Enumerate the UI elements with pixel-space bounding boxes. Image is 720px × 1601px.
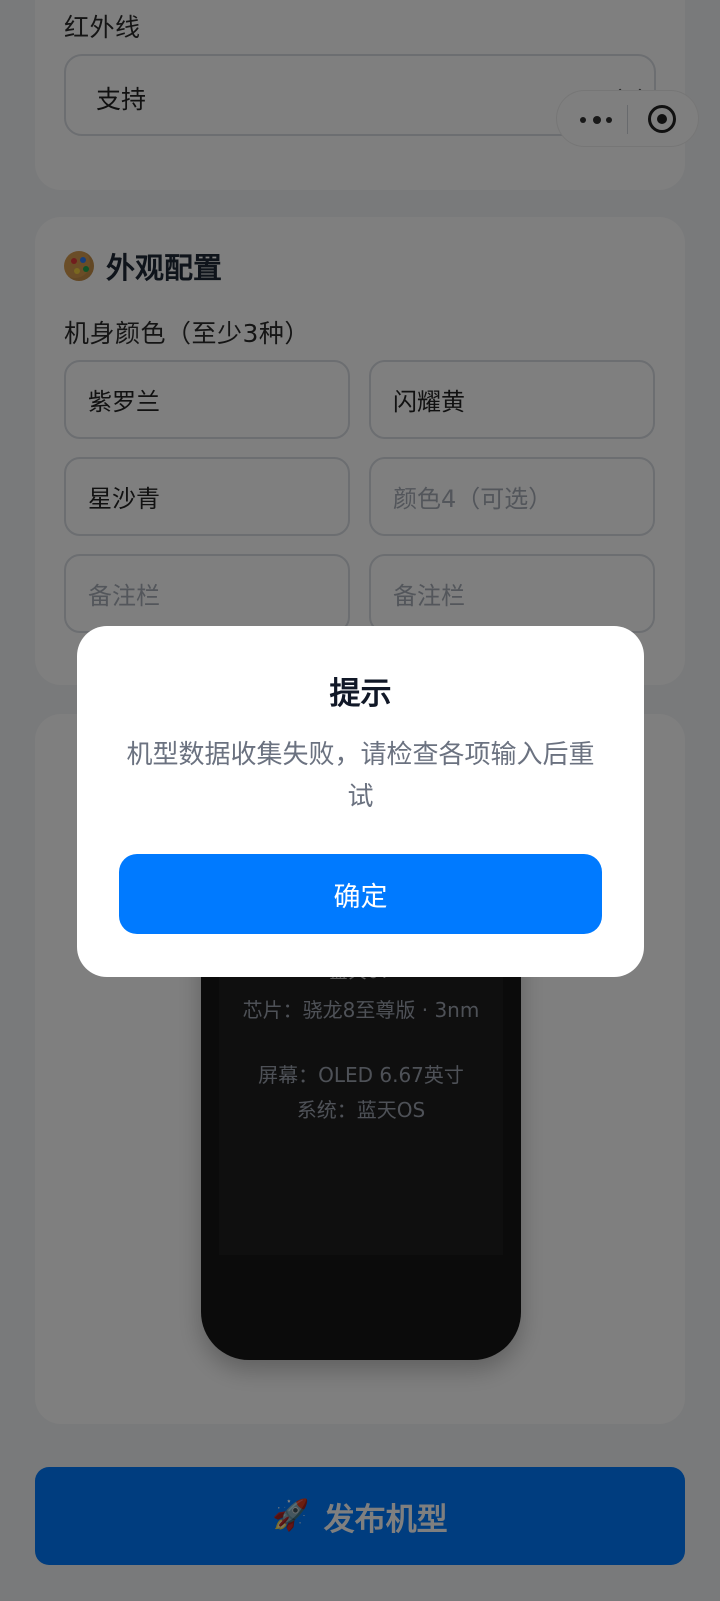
app-page: 红外线 支持 外观配置 机身颜色（至少3种） 紫罗兰 闪耀黄 星沙青 颜色4（可… (0, 0, 720, 1601)
alert-dialog: 提示 机型数据收集失败，请检查各项输入后重试 确定 (77, 626, 644, 977)
dialog-message: 机型数据收集失败，请检查各项输入后重试 (126, 740, 595, 812)
dialog-confirm-button[interactable]: 确定 (119, 854, 602, 934)
dialog-title: 提示 (329, 676, 392, 712)
